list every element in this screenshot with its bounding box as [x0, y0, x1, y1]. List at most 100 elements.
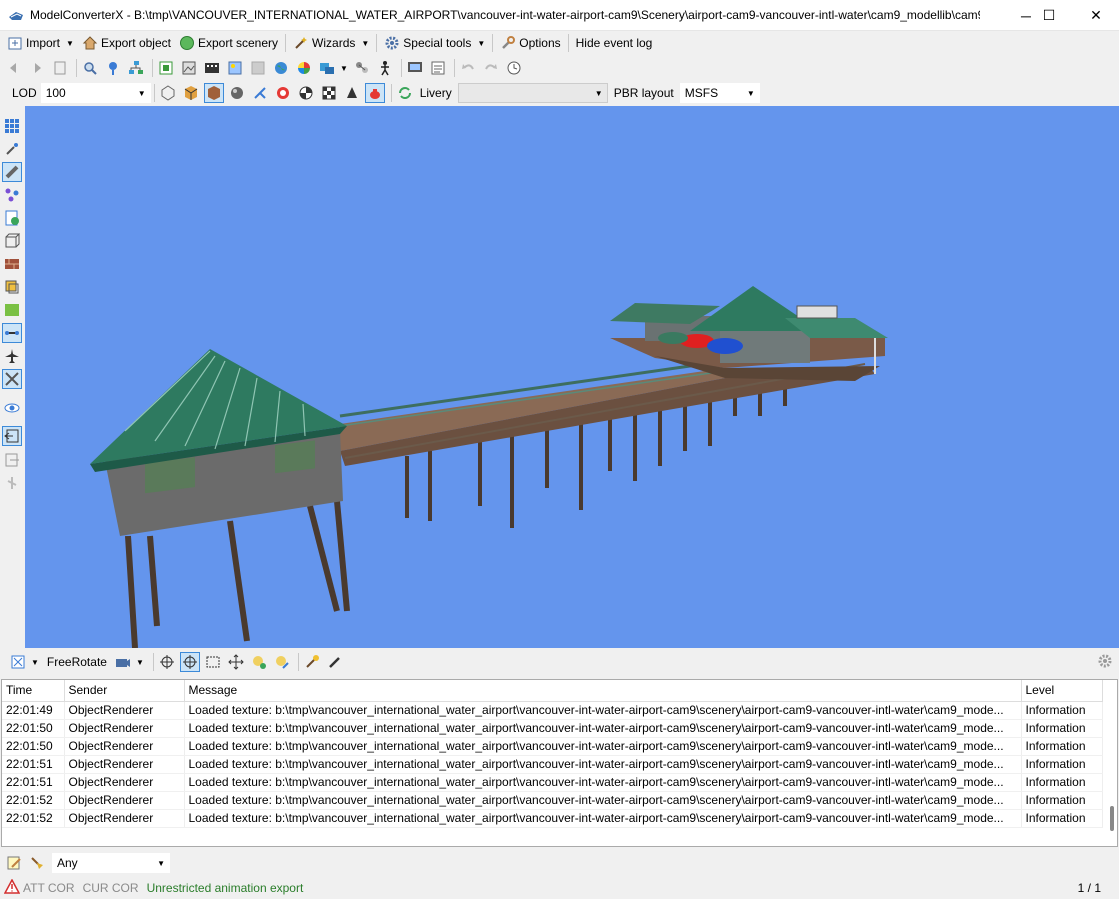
- document-icon[interactable]: [50, 58, 70, 78]
- box-icon[interactable]: [2, 231, 22, 251]
- back-icon[interactable]: [4, 58, 24, 78]
- animation-icon[interactable]: [202, 58, 222, 78]
- table-row[interactable]: 22:01:51 ObjectRenderer Loaded texture: b:…: [2, 773, 1103, 792]
- maximize-button[interactable]: ☐: [1026, 0, 1072, 31]
- wizards-menu[interactable]: Wizards ▼: [289, 32, 373, 54]
- airplane-icon[interactable]: [2, 346, 22, 366]
- export-object-icon[interactable]: [2, 450, 22, 470]
- rotate-icon[interactable]: [179, 652, 200, 672]
- cube-icon[interactable]: [181, 83, 201, 103]
- close-button[interactable]: ✕: [1073, 0, 1119, 31]
- walker-icon[interactable]: [375, 58, 395, 78]
- table-row[interactable]: 22:01:51 ObjectRenderer Loaded texture: b:…: [2, 755, 1103, 774]
- bone-icon[interactable]: [2, 323, 22, 343]
- export-scenery-menu[interactable]: Export scenery: [175, 32, 282, 54]
- brick-icon[interactable]: [2, 254, 22, 274]
- column-header-level[interactable]: Level: [1021, 680, 1103, 702]
- pencil-icon[interactable]: [325, 652, 345, 672]
- chevron-down-icon[interactable]: ▼: [340, 64, 348, 73]
- export-object-menu[interactable]: Export object: [78, 32, 175, 54]
- add-document-icon[interactable]: [2, 208, 22, 228]
- select-rect-icon[interactable]: [203, 652, 223, 672]
- report-icon[interactable]: [428, 58, 448, 78]
- table-row[interactable]: 22:01:50 ObjectRenderer Loaded texture: b:…: [2, 737, 1103, 756]
- table-row[interactable]: 22:01:50 ObjectRenderer Loaded texture: b:…: [2, 719, 1103, 738]
- move-icon[interactable]: [226, 652, 246, 672]
- image-icon[interactable]: [225, 58, 245, 78]
- cell-level: Information: [1021, 773, 1103, 792]
- texture-icon[interactable]: [179, 58, 199, 78]
- disabled-tool-icon[interactable]: [248, 58, 268, 78]
- grid-view-icon[interactable]: [2, 116, 22, 136]
- cell-sender: ObjectRenderer: [64, 809, 185, 828]
- table-row[interactable]: 22:01:52 ObjectRenderer Loaded texture: b:…: [2, 809, 1103, 828]
- scene-icon[interactable]: [317, 58, 337, 78]
- material-icon[interactable]: [156, 58, 176, 78]
- model-render[interactable]: [25, 106, 1119, 648]
- warning-icon[interactable]: [3, 878, 21, 897]
- column-header-sender[interactable]: Sender: [64, 680, 185, 702]
- fit-view-icon[interactable]: [8, 652, 28, 672]
- options-menu[interactable]: Options: [496, 32, 564, 54]
- camera-mode-label[interactable]: FreeRotate: [47, 655, 107, 669]
- livery-select[interactable]: ▼: [457, 83, 608, 103]
- checker-sphere-icon[interactable]: [296, 83, 316, 103]
- pin-icon[interactable]: [103, 58, 123, 78]
- bell-icon[interactable]: [342, 83, 362, 103]
- molecule-tool-icon[interactable]: [2, 185, 22, 205]
- add-light-icon[interactable]: [249, 652, 269, 672]
- green-swatch-icon[interactable]: [2, 300, 22, 320]
- textured-icon[interactable]: [203, 83, 224, 103]
- redo-icon[interactable]: [481, 58, 501, 78]
- earth-icon[interactable]: [271, 58, 291, 78]
- export-scenery-label: Export scenery: [197, 36, 279, 50]
- pbr-layout-select[interactable]: MSFS ▼: [679, 83, 760, 103]
- table-row[interactable]: 22:01:49 ObjectRenderer Loaded texture: b:…: [2, 701, 1103, 720]
- collision-icon[interactable]: [273, 83, 293, 103]
- hide-event-log-button[interactable]: Hide event log: [572, 32, 657, 54]
- log-level-select[interactable]: Any ▼: [52, 853, 170, 873]
- teapot-icon[interactable]: [364, 83, 385, 103]
- column-header-time[interactable]: Time: [2, 680, 65, 702]
- normals-icon[interactable]: [250, 83, 270, 103]
- sparkle-icon[interactable]: [2, 139, 22, 159]
- grid-icon[interactable]: [319, 83, 339, 103]
- broom-icon[interactable]: [27, 853, 47, 873]
- color-wheel-icon[interactable]: [294, 58, 314, 78]
- cell-level: Information: [1021, 701, 1103, 720]
- camera-icon[interactable]: [113, 652, 133, 672]
- layer-icon[interactable]: [2, 277, 22, 297]
- disabled-bone-icon[interactable]: [2, 473, 22, 493]
- magic-light-icon[interactable]: [302, 652, 322, 672]
- chevron-down-icon[interactable]: ▼: [136, 658, 144, 667]
- menu-separator: [492, 34, 494, 52]
- monitor-icon[interactable]: [405, 58, 425, 78]
- eye-icon[interactable]: [2, 398, 22, 418]
- chevron-down-icon[interactable]: ▼: [31, 658, 39, 667]
- log-scrollbar-thumb[interactable]: [1110, 806, 1114, 831]
- special-tools-menu[interactable]: Special tools ▼: [380, 32, 489, 54]
- hierarchy-icon[interactable]: [126, 58, 146, 78]
- clock-icon[interactable]: [504, 58, 524, 78]
- table-row[interactable]: 22:01:52 ObjectRenderer Loaded texture: b:…: [2, 791, 1103, 810]
- crossed-tools-icon[interactable]: [2, 369, 22, 389]
- measure-icon[interactable]: [2, 162, 22, 182]
- undo-icon[interactable]: [458, 58, 478, 78]
- 3d-viewport[interactable]: [25, 106, 1119, 648]
- light-edit-icon[interactable]: [272, 652, 292, 672]
- column-header-message[interactable]: Message: [184, 680, 1022, 702]
- target-icon[interactable]: [157, 652, 177, 672]
- sphere-icon[interactable]: [227, 83, 247, 103]
- settings-gear-icon[interactable]: [1097, 653, 1113, 672]
- molecule-icon[interactable]: [352, 58, 372, 78]
- import-menu[interactable]: Import ▼: [3, 32, 78, 54]
- lod-select[interactable]: 100 ▼: [40, 83, 151, 103]
- event-log[interactable]: Time Sender Message Level 22:01:49 Object…: [1, 679, 1118, 847]
- refresh-icon[interactable]: [395, 83, 415, 103]
- import-object-icon[interactable]: [2, 426, 22, 446]
- notepad-icon[interactable]: [4, 853, 24, 873]
- inspect-icon[interactable]: [80, 58, 100, 78]
- forward-icon[interactable]: [27, 58, 47, 78]
- wireframe-icon[interactable]: [158, 83, 178, 103]
- menu-separator: [285, 34, 287, 52]
